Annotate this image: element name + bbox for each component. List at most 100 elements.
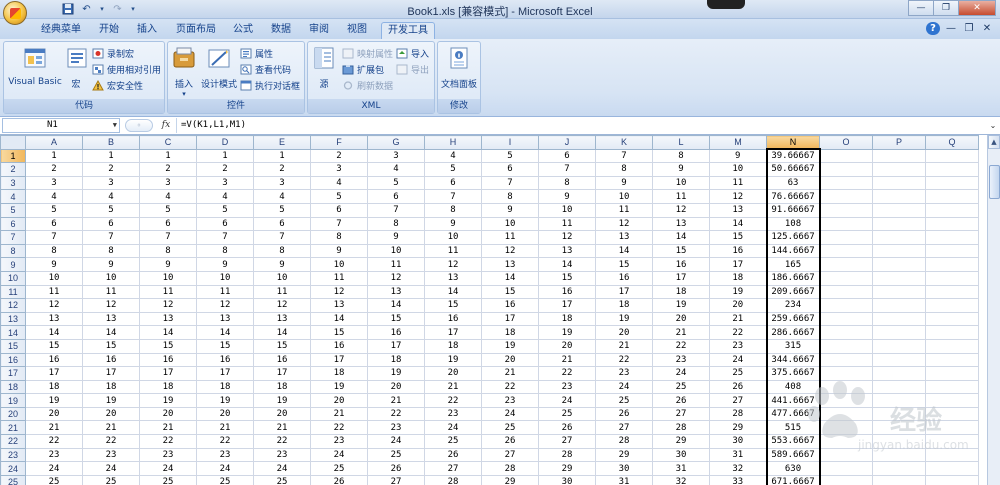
cell-h13[interactable]: 16 <box>424 311 482 327</box>
column-header-f[interactable]: F <box>310 135 368 150</box>
cell-i5[interactable]: 9 <box>481 202 539 218</box>
cell-b24[interactable]: 24 <box>82 461 140 476</box>
cell-i9[interactable]: 13 <box>481 257 539 272</box>
properties-button[interactable]: 属性 <box>240 46 273 60</box>
cell-q15[interactable] <box>925 338 979 354</box>
cell-g21[interactable]: 23 <box>367 420 425 436</box>
row-header[interactable]: 2 <box>0 162 26 177</box>
cell-n25[interactable]: 671.6667 <box>765 474 821 485</box>
cell-o24[interactable] <box>819 461 873 476</box>
row-header[interactable]: 14 <box>0 325 26 340</box>
cell-c15[interactable]: 15 <box>139 338 197 354</box>
cell-a24[interactable]: 24 <box>25 461 83 476</box>
cell-d2[interactable]: 2 <box>196 162 254 177</box>
cell-f9[interactable]: 10 <box>310 257 368 272</box>
cell-i6[interactable]: 10 <box>481 216 539 232</box>
cell-a3[interactable]: 3 <box>25 175 83 191</box>
cell-j10[interactable]: 15 <box>538 270 596 286</box>
cell-p1[interactable] <box>872 148 926 164</box>
cell-h14[interactable]: 17 <box>424 325 482 340</box>
cell-p4[interactable] <box>872 189 926 204</box>
cell-i16[interactable]: 20 <box>481 352 539 368</box>
cell-c24[interactable]: 24 <box>139 461 197 476</box>
cell-f15[interactable]: 16 <box>310 338 368 354</box>
cell-k11[interactable]: 17 <box>595 284 653 300</box>
cell-h23[interactable]: 26 <box>424 447 482 463</box>
cell-n16[interactable]: 344.6667 <box>765 352 821 368</box>
cell-p21[interactable] <box>872 420 926 436</box>
cell-l3[interactable]: 10 <box>652 175 710 191</box>
cell-j23[interactable]: 28 <box>538 447 596 463</box>
column-header-i[interactable]: I <box>481 135 539 150</box>
xml-export-button[interactable]: 导出 <box>396 62 429 76</box>
cell-m18[interactable]: 26 <box>709 379 767 395</box>
cell-h24[interactable]: 27 <box>424 461 482 476</box>
select-all-corner[interactable] <box>0 135 26 150</box>
cell-j12[interactable]: 17 <box>538 298 596 313</box>
cell-j19[interactable]: 24 <box>538 393 596 408</box>
cell-e13[interactable]: 13 <box>253 311 311 327</box>
cell-o8[interactable] <box>819 243 873 259</box>
cell-g2[interactable]: 4 <box>367 162 425 177</box>
scroll-thumb[interactable] <box>989 165 1000 199</box>
cell-a9[interactable]: 9 <box>25 257 83 272</box>
cell-a15[interactable]: 15 <box>25 338 83 354</box>
map-properties-button[interactable]: 映射属性 <box>342 46 393 60</box>
cell-j22[interactable]: 27 <box>538 434 596 449</box>
row-header[interactable]: 12 <box>0 298 26 313</box>
cell-p11[interactable] <box>872 284 926 300</box>
cell-m16[interactable]: 24 <box>709 352 767 368</box>
cell-h18[interactable]: 21 <box>424 379 482 395</box>
cell-g6[interactable]: 8 <box>367 216 425 232</box>
cell-p16[interactable] <box>872 352 926 368</box>
cell-i8[interactable]: 12 <box>481 243 539 259</box>
cell-h25[interactable]: 28 <box>424 474 482 485</box>
cell-h15[interactable]: 18 <box>424 338 482 354</box>
cell-p12[interactable] <box>872 298 926 313</box>
cell-e18[interactable]: 18 <box>253 379 311 395</box>
cell-m11[interactable]: 19 <box>709 284 767 300</box>
column-header-c[interactable]: C <box>139 135 197 150</box>
xml-source-button[interactable]: 源 <box>311 45 337 90</box>
cell-f14[interactable]: 15 <box>310 325 368 340</box>
cell-k7[interactable]: 13 <box>595 230 653 245</box>
cell-m21[interactable]: 29 <box>709 420 767 436</box>
cell-k17[interactable]: 23 <box>595 366 653 381</box>
cell-l7[interactable]: 14 <box>652 230 710 245</box>
workbook-restore-icon[interactable]: ❐ <box>962 22 976 35</box>
cell-o3[interactable] <box>819 175 873 191</box>
cell-m17[interactable]: 25 <box>709 366 767 381</box>
column-header-g[interactable]: G <box>367 135 425 150</box>
cell-i1[interactable]: 5 <box>481 148 539 164</box>
cell-n23[interactable]: 589.6667 <box>765 447 821 463</box>
cell-m19[interactable]: 27 <box>709 393 767 408</box>
cell-l4[interactable]: 11 <box>652 189 710 204</box>
cell-j25[interactable]: 30 <box>538 474 596 485</box>
cell-k20[interactable]: 26 <box>595 406 653 422</box>
cell-m20[interactable]: 28 <box>709 406 767 422</box>
scroll-up-icon[interactable]: ▲ <box>988 135 1000 149</box>
cell-k13[interactable]: 19 <box>595 311 653 327</box>
cell-q19[interactable] <box>925 393 979 408</box>
cell-g12[interactable]: 14 <box>367 298 425 313</box>
cell-g1[interactable]: 3 <box>367 148 425 164</box>
cell-p24[interactable] <box>872 461 926 476</box>
view-code-button[interactable]: 查看代码 <box>240 62 291 76</box>
column-header-l[interactable]: L <box>652 135 710 150</box>
cell-n13[interactable]: 259.6667 <box>765 311 821 327</box>
cell-c14[interactable]: 14 <box>139 325 197 340</box>
cell-q13[interactable] <box>925 311 979 327</box>
cell-n15[interactable]: 315 <box>765 338 821 354</box>
cell-n5[interactable]: 91.66667 <box>765 202 821 218</box>
cell-e4[interactable]: 4 <box>253 189 311 204</box>
cell-j17[interactable]: 22 <box>538 366 596 381</box>
vertical-scrollbar[interactable]: ▲ <box>987 135 1000 485</box>
cell-p15[interactable] <box>872 338 926 354</box>
column-header-h[interactable]: H <box>424 135 482 150</box>
cell-e24[interactable]: 24 <box>253 461 311 476</box>
cell-q25[interactable] <box>925 474 979 485</box>
cell-o14[interactable] <box>819 325 873 340</box>
cell-q10[interactable] <box>925 270 979 286</box>
cell-f8[interactable]: 9 <box>310 243 368 259</box>
cell-q24[interactable] <box>925 461 979 476</box>
